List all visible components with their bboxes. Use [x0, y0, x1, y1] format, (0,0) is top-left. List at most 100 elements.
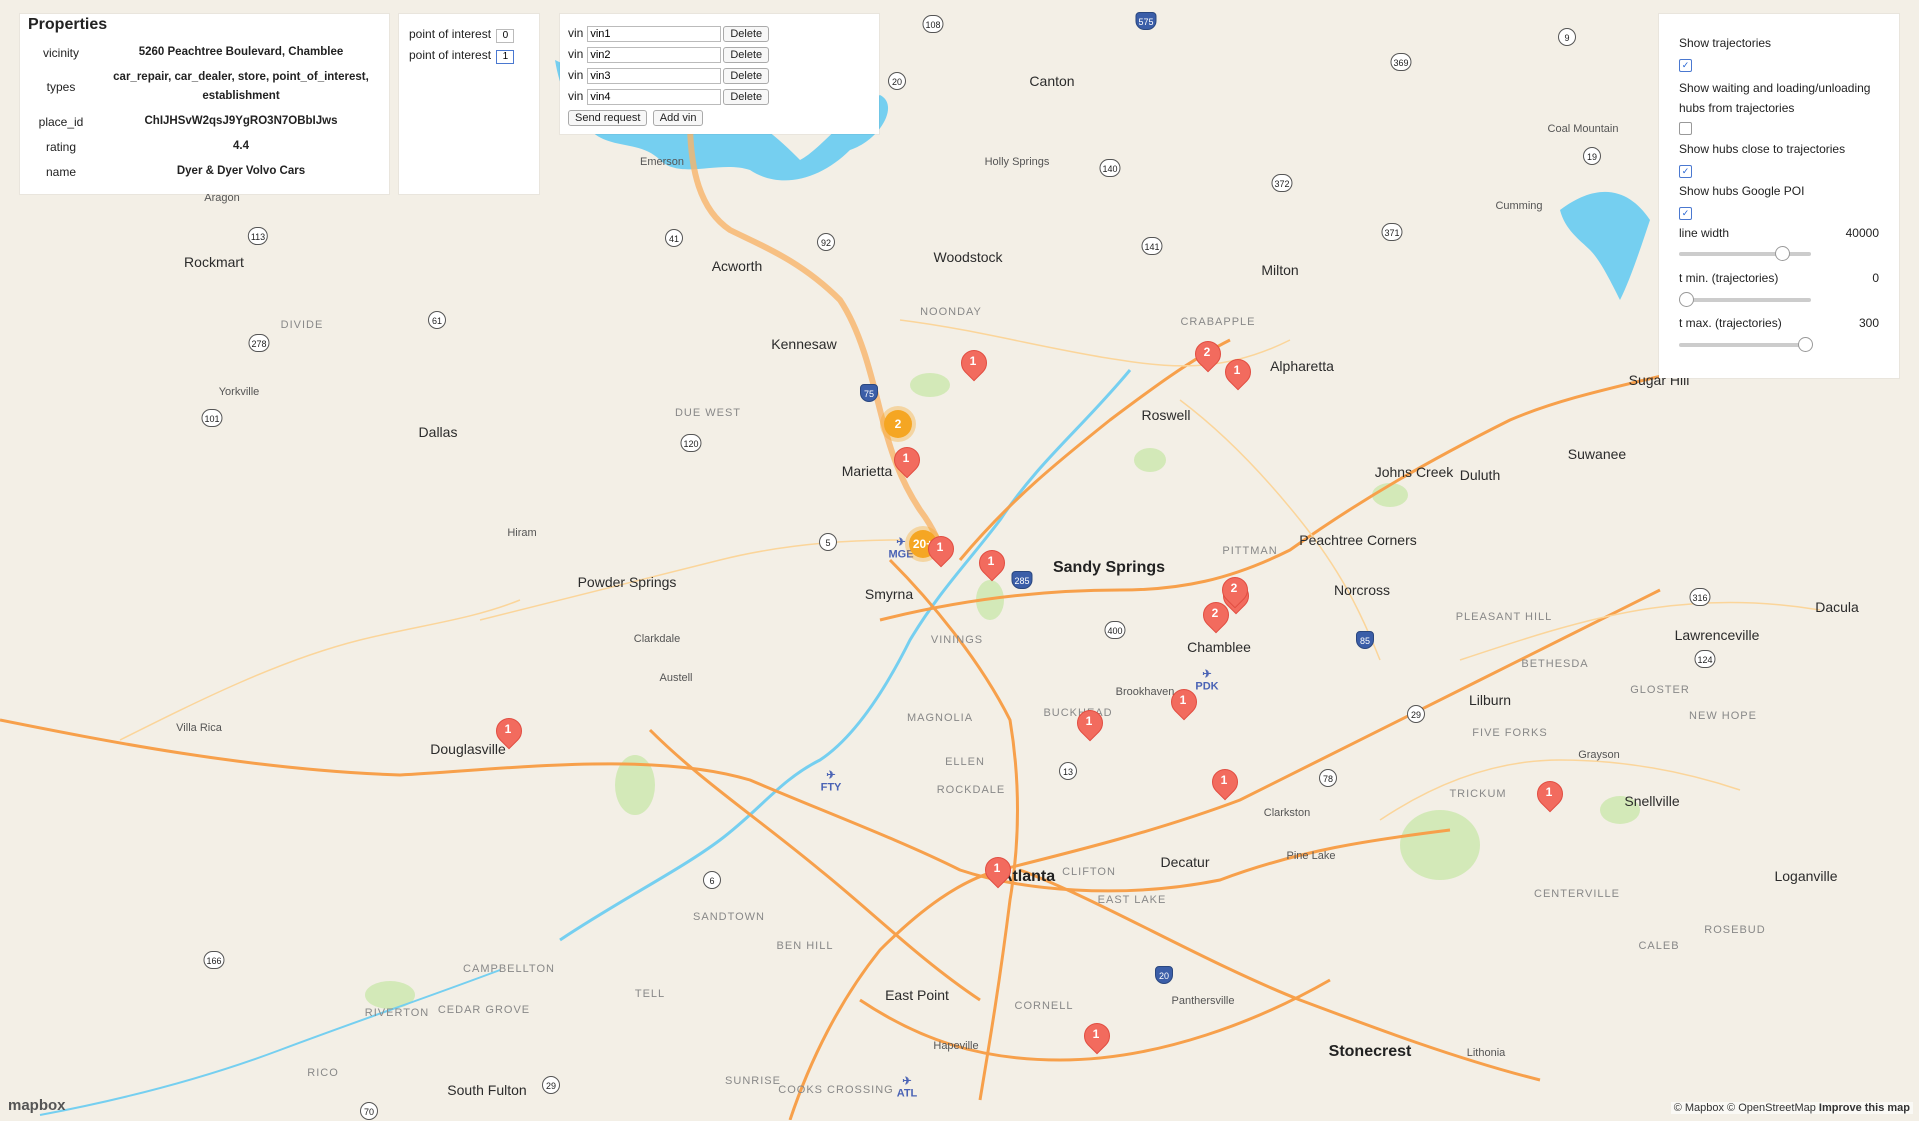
route-shield: 5 [819, 533, 837, 551]
show-waiting-label: Show waiting and loading/unloading hubs … [1679, 81, 1871, 115]
send-request-button[interactable]: Send request [568, 110, 648, 126]
route-shield: 29 [542, 1076, 560, 1094]
tmin-value: 0 [1872, 271, 1879, 285]
poi-marker[interactable]: 2 [1189, 335, 1227, 375]
tmax-slider[interactable] [1679, 337, 1813, 352]
line-width-value: 40000 [1845, 226, 1879, 240]
poi-marker[interactable]: 1 [1071, 704, 1109, 744]
route-shield: 61 [428, 311, 446, 329]
show-trajectories-checkbox[interactable]: ✓ [1679, 59, 1692, 72]
prop-value: 4.4 [233, 140, 249, 152]
poi-marker-count: 1 [987, 554, 995, 568]
poi-marker[interactable]: 1 [973, 544, 1011, 584]
place-coal-mountain: Coal Mountain [1547, 123, 1619, 135]
poi-input[interactable] [496, 28, 515, 43]
poi-marker[interactable]: 1 [1219, 353, 1257, 393]
vin-input[interactable] [587, 26, 722, 42]
hood-ben-hill: Ben Hill [776, 940, 834, 952]
poi-marker[interactable]: 1 [1165, 683, 1203, 723]
route-shield: 75 [860, 384, 878, 402]
attribution-text[interactable]: © Mapbox © OpenStreetMap [1674, 1102, 1816, 1114]
vin-input[interactable] [587, 47, 722, 63]
vin-row: vin Delete [568, 89, 770, 105]
tmax-knob[interactable] [1798, 337, 1813, 352]
place-roswell: Roswell [1141, 407, 1191, 423]
airport-fty-label: FTY [820, 781, 842, 794]
delete-button[interactable]: Delete [723, 47, 770, 63]
place-johns-creek: Johns Creek [1374, 464, 1454, 480]
hood-ellen: Ellen [945, 756, 985, 768]
show-hubs-close-checkbox[interactable]: ✓ [1679, 165, 1692, 178]
poi-marker-count: 2 [1203, 345, 1211, 359]
place-hapeville: Hapeville [933, 1040, 979, 1052]
delete-button[interactable]: Delete [723, 68, 770, 84]
poi-marker-count: 1 [1233, 363, 1241, 377]
prop-value: ChIJHSvW2qsJ9YgRO3N7OBbIJws [144, 115, 338, 127]
place-marietta: Marietta [841, 463, 893, 479]
poi-marker[interactable]: 1 [490, 712, 528, 752]
delete-button[interactable]: Delete [723, 89, 770, 105]
route-shield: 6 [703, 871, 721, 889]
tmax-label: t max. (trajectories) [1679, 316, 1782, 330]
hood-east-lake: East Lake [1097, 894, 1167, 906]
route-shield: 285 [1011, 571, 1033, 589]
vin-label: vin [568, 89, 584, 103]
place-clarkston: Clarkston [1263, 807, 1311, 819]
line-width-slider[interactable] [1679, 246, 1811, 261]
properties-title: Properties [28, 16, 108, 33]
airport-atl-label: ATL [896, 1087, 918, 1100]
poi-marker[interactable]: 1 [955, 344, 993, 384]
vin-input[interactable] [587, 89, 722, 105]
layer-controls-panel: Show trajectories ✓ Show waiting and loa… [1659, 14, 1899, 378]
poi-marker[interactable]: 1 [922, 530, 960, 570]
poi-input[interactable] [496, 49, 515, 64]
poi-marker[interactable]: 2 [1216, 571, 1254, 611]
hood-sunrise: Sunrise [725, 1075, 781, 1087]
poi-marker[interactable]: 1 [1206, 763, 1244, 803]
prop-value: 5260 Peachtree Boulevard, Chamblee [138, 46, 344, 58]
route-shield: 166 [203, 951, 225, 969]
place-clarkdale: Clarkdale [633, 633, 681, 645]
vin-label: vin [568, 26, 584, 40]
tmin-slider[interactable] [1679, 292, 1811, 307]
prop-key: rating [45, 139, 77, 154]
tmin-knob[interactable] [1679, 292, 1694, 307]
route-shield: 108 [922, 15, 944, 33]
place-austell: Austell [659, 672, 693, 684]
show-waiting-checkbox[interactable] [1679, 122, 1692, 135]
poi-marker-count: 1 [1179, 693, 1187, 707]
hood-rockdale: Rockdale [936, 784, 1006, 796]
place-norcross: Norcross [1333, 582, 1391, 598]
route-shield: 575 [1135, 12, 1157, 30]
poi-marker[interactable]: 1 [1531, 775, 1569, 815]
table-row: rating 4.4 [26, 134, 386, 159]
poi-marker[interactable]: 1 [979, 851, 1017, 891]
route-shield: 101 [201, 409, 223, 427]
delete-button[interactable]: Delete [723, 26, 770, 42]
vin-label: vin [568, 68, 584, 82]
show-hubs-close-label: Show hubs close to trajectories [1679, 142, 1846, 156]
place-holly-springs: Holly Springs [984, 156, 1050, 168]
hood-cedar-grove: Cedar Grove [437, 1004, 531, 1016]
place-dacula: Dacula [1815, 599, 1859, 615]
place-acworth: Acworth [711, 258, 763, 274]
line-width-knob[interactable] [1775, 246, 1791, 261]
route-shield: 85 [1356, 631, 1374, 649]
add-vin-button[interactable]: Add vin [652, 110, 704, 126]
hood-five-forks: Five Forks [1472, 727, 1548, 739]
prop-value: car_repair, car_dealer, store, point_of_… [113, 71, 369, 102]
poi-marker-count: 1 [902, 451, 910, 465]
show-hubs-google-checkbox[interactable]: ✓ [1679, 207, 1692, 220]
hood-tell: Tell [634, 988, 666, 1000]
poi-marker[interactable]: 1 [888, 441, 926, 481]
route-shield: 113 [247, 227, 269, 245]
poi-marker[interactable]: 1 [1078, 1017, 1116, 1057]
route-shield: 29 [1407, 705, 1425, 723]
route-shield: 120 [680, 434, 702, 452]
vin-actions: Send request Add vin [568, 110, 704, 126]
mapbox-logo[interactable]: mapbox [8, 1097, 66, 1114]
vin-input[interactable] [587, 68, 722, 84]
hub-cluster[interactable]: 2 [884, 410, 912, 438]
improve-map-link[interactable]: Improve this map [1819, 1102, 1910, 1114]
poi-marker-count: 1 [969, 354, 977, 368]
